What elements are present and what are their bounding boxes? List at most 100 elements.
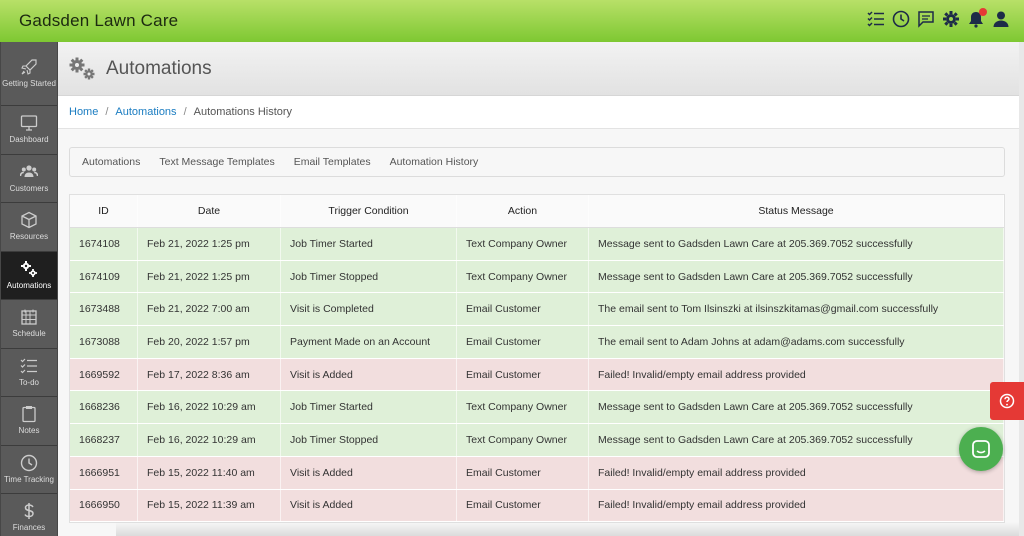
sidebar-item-finances[interactable]: Finances (1, 494, 57, 536)
cell-id: 1673488 (70, 293, 138, 326)
help-button[interactable] (990, 382, 1024, 420)
cell-date: Feb 21, 2022 1:25 pm (138, 228, 281, 260)
tab-text-message-templates[interactable]: Text Message Templates (159, 156, 274, 168)
sidebar-item-schedule[interactable]: Schedule (1, 300, 57, 349)
rocket-icon (21, 59, 37, 75)
cell-id: 1674109 (70, 260, 138, 293)
sidebar-item-time-tracking[interactable]: Time Tracking (1, 445, 57, 494)
sidebar-item-resources[interactable]: Resources (1, 203, 57, 252)
chat-icon[interactable] (917, 10, 935, 28)
cell-date: Feb 16, 2022 10:29 am (138, 391, 281, 424)
cell-status: Failed! Invalid/empty email address prov… (589, 456, 1004, 489)
tab-automations[interactable]: Automations (82, 156, 140, 168)
cell-date: Feb 20, 2022 1:57 pm (138, 326, 281, 358)
breadcrumb-home[interactable]: Home (69, 106, 98, 118)
cell-trigger: Job Timer Stopped (281, 424, 457, 456)
cell-trigger: Visit is Added (281, 358, 457, 391)
cube-icon (21, 212, 37, 229)
sidebar-item-label: To-do (18, 377, 39, 387)
clock-icon[interactable] (892, 10, 910, 28)
tab-automation-history[interactable]: Automation History (390, 156, 479, 168)
checklist-icon[interactable] (867, 10, 885, 28)
cell-id: 1668236 (70, 391, 138, 424)
cell-action: Email Customer (457, 358, 589, 391)
chat-launcher-button[interactable] (959, 427, 1003, 471)
page-header: Automations (58, 42, 1019, 96)
column-header-date[interactable]: Date (138, 195, 281, 227)
tab-email-templates[interactable]: Email Templates (294, 156, 371, 168)
column-header-id[interactable]: ID (70, 195, 138, 227)
breadcrumb-current: Automations History (193, 106, 293, 118)
cell-id: 1666951 (70, 456, 138, 489)
breadcrumb-separator: / (183, 106, 187, 118)
scroll-fade (116, 522, 1019, 536)
cell-trigger: Job Timer Started (281, 391, 457, 424)
app-title[interactable]: Gadsden Lawn Care (19, 11, 178, 31)
table-row[interactable]: 1666950 Feb 15, 2022 11:39 am Visit is Add… (70, 489, 1004, 523)
main-content: Automations Home / Automations / Automat… (58, 42, 1019, 536)
cell-trigger: Job Timer Started (281, 228, 457, 260)
scrollbar[interactable] (1019, 42, 1024, 536)
column-header-trigger[interactable]: Trigger Condition (281, 195, 457, 227)
table-row[interactable]: 1666951 Feb 15, 2022 11:40 am Visit is Add… (70, 456, 1004, 490)
cell-id: 1668237 (70, 424, 138, 456)
sidebar-item-label: Customers (9, 183, 49, 193)
table-row[interactable]: 1668236 Feb 16, 2022 10:29 am Job Timer St… (70, 391, 1004, 425)
monitor-icon (20, 115, 38, 131)
sidebar-item-automations[interactable]: Automations (1, 251, 57, 300)
table-row[interactable]: 1674109 Feb 21, 2022 1:25 pm Job Timer Sto… (70, 260, 1004, 294)
table-row[interactable]: 1669592 Feb 17, 2022 8:36 am Visit is Adde… (70, 358, 1004, 392)
breadcrumb-automations[interactable]: Automations (115, 106, 176, 118)
sidebar-item-label: Automations (6, 280, 52, 290)
cell-status: Failed! Invalid/empty email address prov… (589, 358, 1004, 391)
table-row[interactable]: 1668237 Feb 16, 2022 10:29 am Job Timer St… (70, 424, 1004, 457)
sidebar-item-label: Schedule (12, 329, 46, 339)
cell-date: Feb 21, 2022 1:25 pm (138, 260, 281, 293)
checklist-icon (20, 358, 37, 374)
sidebar-item-label: Resources (9, 232, 49, 242)
sidebar-item-to-do[interactable]: To-do (1, 348, 57, 397)
sidebar-item-customers[interactable]: Customers (1, 154, 57, 203)
cell-status: The email sent to Adam Johns at adam@ada… (589, 326, 1004, 358)
cell-date: Feb 21, 2022 7:00 am (138, 293, 281, 326)
cell-action: Text Company Owner (457, 260, 589, 293)
page-title: Automations (106, 57, 212, 79)
cell-status: Message sent to Gadsden Lawn Care at 205… (589, 424, 1004, 456)
gears-icon (69, 57, 95, 79)
sidebar-item-label: Dashboard (9, 135, 49, 145)
cell-status: Message sent to Gadsden Lawn Care at 205… (589, 391, 1004, 424)
clipboard-icon (22, 406, 36, 423)
clock-icon (20, 454, 38, 471)
cell-trigger: Visit is Added (281, 456, 457, 489)
header-icons (867, 8, 1010, 28)
column-header-status[interactable]: Status Message (589, 195, 1004, 227)
cell-status: The email sent to Tom Ilsinszki at ilsin… (589, 293, 1004, 326)
table-row[interactable]: 1674108 Feb 21, 2022 1:25 pm Job Timer Sta… (70, 228, 1004, 261)
sidebar-item-notes[interactable]: Notes (1, 397, 57, 446)
cell-action: Email Customer (457, 326, 589, 358)
cell-date: Feb 15, 2022 11:39 am (138, 489, 281, 522)
column-header-action[interactable]: Action (457, 195, 589, 227)
user-icon[interactable] (992, 10, 1010, 28)
cell-action: Text Company Owner (457, 228, 589, 260)
cell-trigger: Visit is Completed (281, 293, 457, 326)
cell-date: Feb 15, 2022 11:40 am (138, 456, 281, 489)
table-body: 1674108 Feb 21, 2022 1:25 pm Job Timer Sta… (70, 228, 1004, 523)
gear-icon[interactable] (942, 10, 960, 28)
sidebar-item-label: Time Tracking (4, 474, 54, 484)
cell-date: Feb 16, 2022 10:29 am (138, 424, 281, 456)
breadcrumb: Home / Automations / Automations History (58, 96, 1019, 129)
tab-bar: Automations Text Message Templates Email… (69, 147, 1005, 177)
cell-trigger: Visit is Added (281, 489, 457, 522)
sidebar-item-dashboard[interactable]: Dashboard (1, 106, 57, 155)
gears-icon (21, 260, 37, 277)
cell-id: 1666950 (70, 489, 138, 522)
cell-id: 1669592 (70, 358, 138, 391)
sidebar-item-getting-started[interactable]: Getting Started (1, 42, 57, 106)
bell-icon[interactable] (967, 8, 987, 28)
cell-action: Email Customer (457, 293, 589, 326)
cell-date: Feb 17, 2022 8:36 am (138, 358, 281, 391)
table-row[interactable]: 1673088 Feb 20, 2022 1:57 pm Payment Made … (70, 326, 1004, 359)
table-row[interactable]: 1673488 Feb 21, 2022 7:00 am Visit is Comp… (70, 293, 1004, 327)
notification-badge (979, 8, 987, 16)
